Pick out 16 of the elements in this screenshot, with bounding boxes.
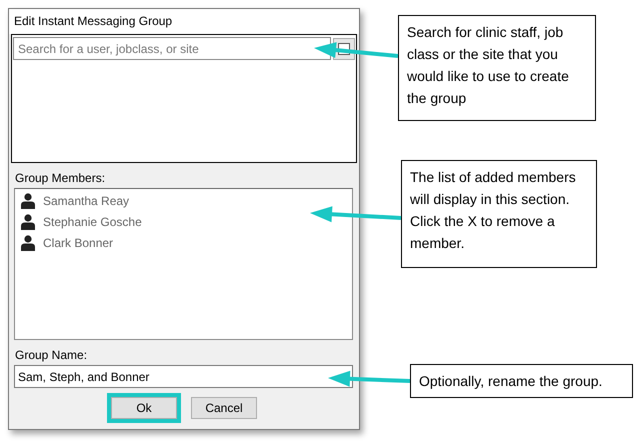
person-icon xyxy=(21,214,35,230)
member-name[interactable]: Clark Bonner xyxy=(43,236,114,250)
members-label: Group Members: xyxy=(14,170,106,187)
group-name-label: Group Name: xyxy=(14,347,88,364)
person-icon xyxy=(21,193,35,210)
ok-button[interactable]: Ok xyxy=(111,396,177,419)
callout-box: The list of added members will display in this section. Click the X to remove a member. xyxy=(401,160,597,268)
group-name-field[interactable]: Sam, Steph, and Bonner xyxy=(14,365,353,388)
callout-box: Search for clinic staff, job class or the site that you would like to use to create the group xyxy=(398,15,596,121)
window-title: Edit Instant Messaging Group xyxy=(9,9,359,34)
member-name[interactable]: Samantha Reay xyxy=(43,194,130,208)
member-name[interactable]: Stephanie Gosche xyxy=(43,215,142,230)
cancel-button[interactable]: Cancel xyxy=(191,396,257,419)
person-icon xyxy=(21,235,35,252)
search-field[interactable]: Search for a user, jobclass, or site xyxy=(13,37,331,60)
callout-box: Optionally, rename the group. xyxy=(410,364,633,398)
